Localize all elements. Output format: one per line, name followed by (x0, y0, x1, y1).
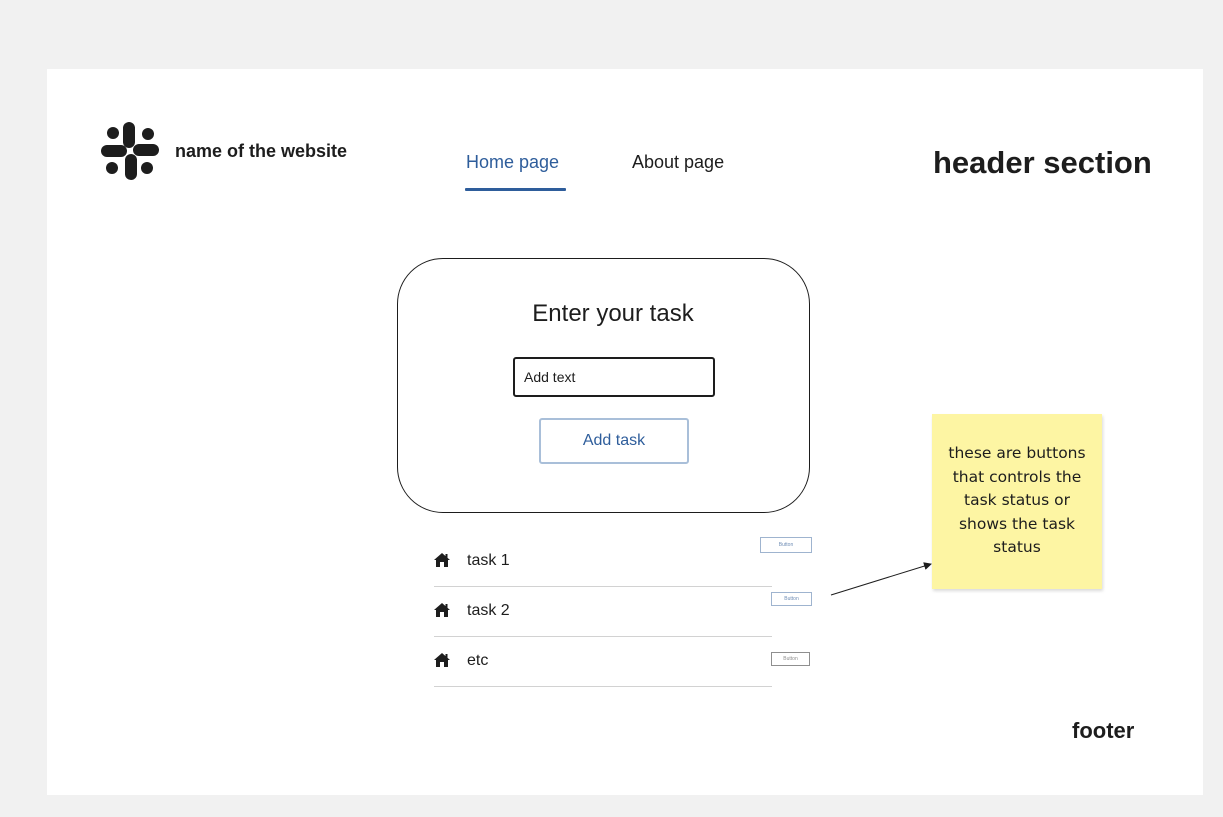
slack-logo-icon (101, 122, 159, 180)
nav-about-link[interactable]: About page (632, 152, 724, 173)
add-task-button[interactable]: Add task (539, 418, 689, 464)
task-label: task 2 (467, 602, 510, 619)
task-row: task 1 (434, 537, 772, 587)
task-status-button[interactable]: Button (771, 652, 810, 666)
task-status-button[interactable]: Button (771, 592, 812, 606)
nav-home-link[interactable]: Home page (466, 152, 559, 173)
nav-active-indicator (465, 188, 566, 191)
task-status-button[interactable]: Button (760, 537, 812, 553)
home-icon (434, 603, 450, 617)
task-row: task 2 (434, 587, 772, 637)
task-input[interactable] (513, 357, 715, 397)
task-label: task 1 (467, 552, 510, 569)
sticky-note: these are buttons that controls the task… (932, 414, 1102, 589)
site-name: name of the website (175, 141, 348, 161)
header-section-annotation: header section (933, 145, 1152, 180)
footer-annotation: footer (1072, 718, 1135, 743)
home-icon (434, 653, 450, 667)
task-row: etc (434, 637, 772, 687)
sticky-note-text: these are buttons that controls the task… (948, 444, 1086, 556)
task-form-title: Enter your task (532, 300, 694, 327)
task-label: etc (467, 652, 489, 669)
home-icon (434, 553, 450, 567)
